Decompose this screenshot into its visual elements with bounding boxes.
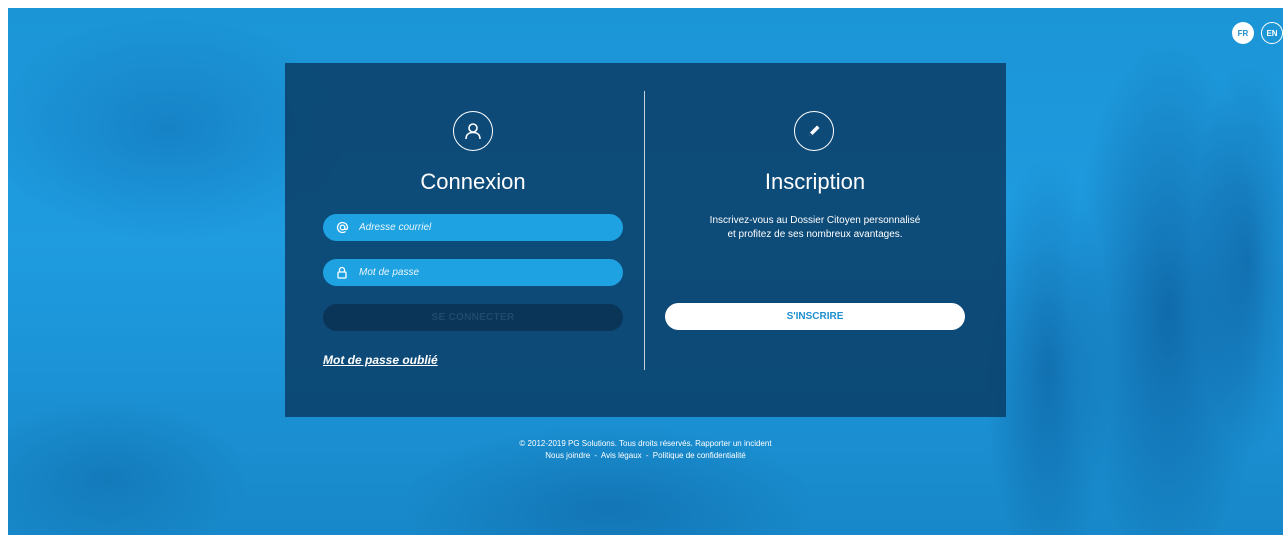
- password-field[interactable]: [323, 259, 623, 286]
- legal-link[interactable]: Avis légaux: [601, 451, 642, 460]
- signup-button[interactable]: S'INSCRIRE: [665, 303, 965, 330]
- copyright-text: © 2012-2019 PG Solutions. Tous droits ré…: [519, 439, 693, 448]
- email-field[interactable]: [323, 214, 623, 241]
- footer-separator: -: [645, 451, 649, 460]
- login-title: Connexion: [420, 169, 526, 194]
- footer-line-2: Nous joindre - Avis légaux - Politique d…: [8, 450, 1283, 462]
- language-fr-button[interactable]: FR: [1232, 22, 1254, 44]
- forgot-password-link[interactable]: Mot de passe oublié: [323, 353, 438, 367]
- auth-card: Connexion SE CONNECTER Mot de passe oubl…: [285, 63, 1006, 417]
- login-button[interactable]: SE CONNECTER: [323, 304, 623, 331]
- password-input[interactable]: [359, 267, 619, 278]
- page-background: FR EN Connexion Adresse courriel SE CONN…: [8, 8, 1283, 535]
- contact-link[interactable]: Nous joindre: [545, 451, 590, 460]
- panel-divider: [644, 91, 645, 370]
- report-incident-link[interactable]: Rapporter un incident: [695, 439, 772, 448]
- privacy-link[interactable]: Politique de confidentialité: [653, 451, 746, 460]
- language-en-button[interactable]: EN: [1261, 22, 1283, 44]
- footer-separator: -: [594, 451, 598, 460]
- lock-icon: [335, 266, 349, 280]
- footer-line-1: © 2012-2019 PG Solutions. Tous droits ré…: [8, 438, 1283, 450]
- pencil-icon: [794, 111, 834, 151]
- email-input[interactable]: [359, 222, 619, 233]
- footer: © 2012-2019 PG Solutions. Tous droits ré…: [8, 438, 1283, 462]
- user-icon: [453, 111, 493, 151]
- signup-title: Inscription: [764, 169, 866, 194]
- signup-description: Inscrivez-vous au Dossier Citoyen person…: [709, 215, 921, 240]
- at-icon: [335, 221, 349, 235]
